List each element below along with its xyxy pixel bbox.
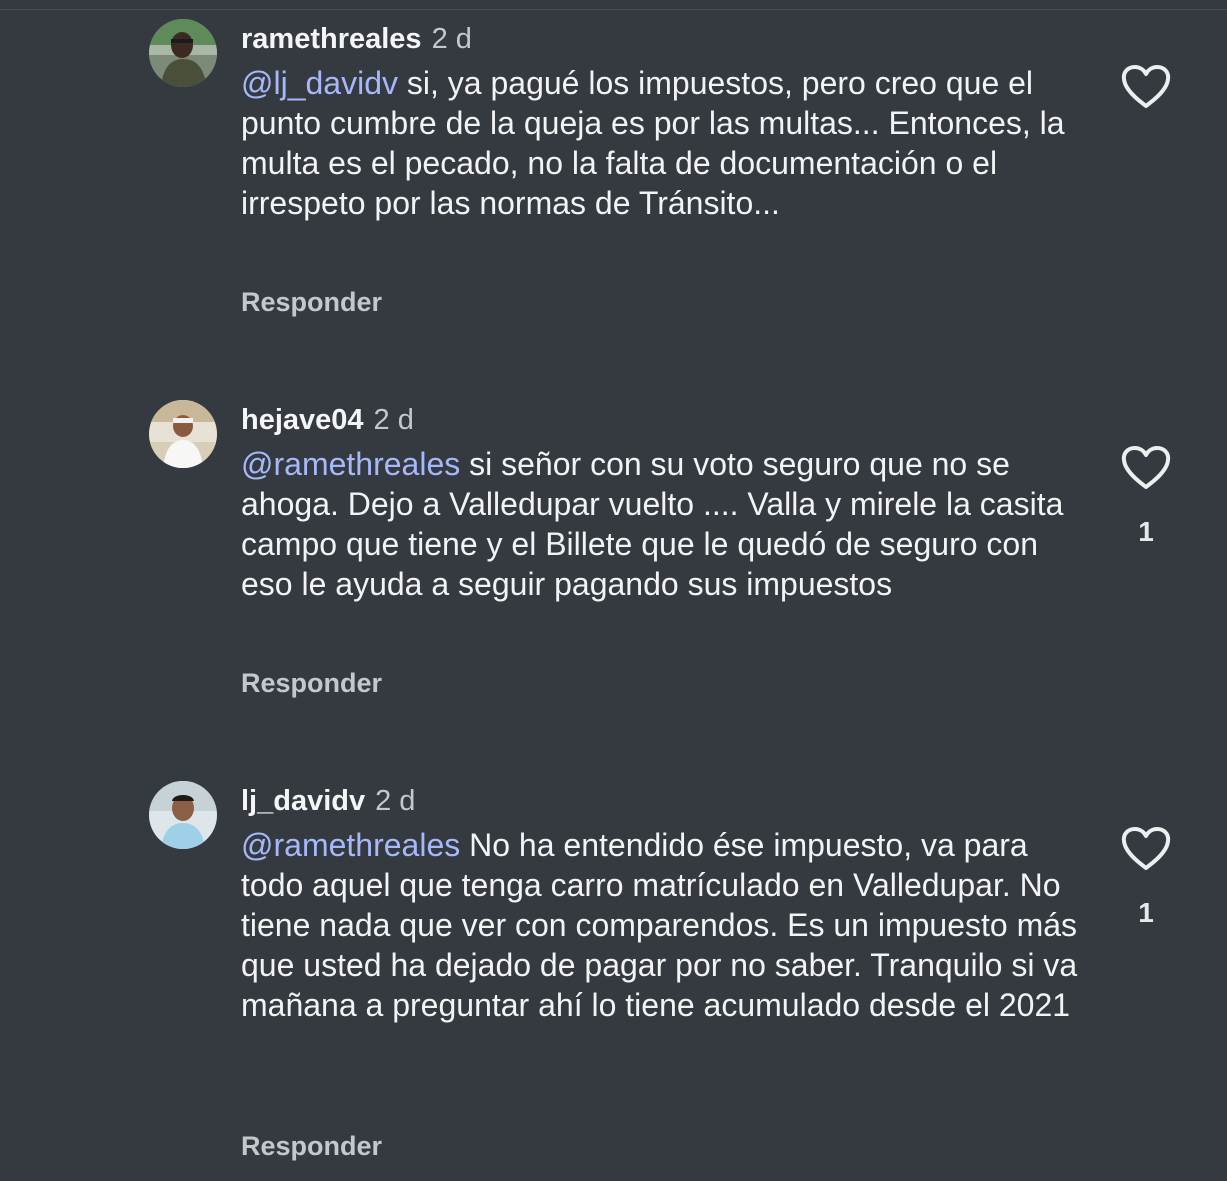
comment-header: lj_davidv 2 d [241,781,415,821]
mention-link[interactable]: @ramethreales [241,827,460,863]
reply-button[interactable]: Responder [241,285,382,319]
timestamp: 2 d [431,23,472,55]
username[interactable]: lj_davidv [241,785,365,817]
reply-button[interactable]: Responder [241,666,382,700]
reply-button[interactable]: Responder [241,1129,382,1163]
avatar-image [149,19,217,87]
avatar-image [149,781,217,849]
like-button[interactable] [1120,64,1172,110]
comment-text: @ramethreales No ha entendido ése impues… [241,825,1081,1025]
avatar-image [149,400,217,468]
avatar[interactable] [149,781,217,849]
top-divider [0,0,1227,10]
like-count: 1 [1138,516,1154,547]
comment-text: @ramethreales si señor con su voto segur… [241,444,1081,604]
avatar[interactable] [149,19,217,87]
like-button[interactable] [1120,826,1172,872]
comment-header: ramethreales 2 d [241,19,472,59]
username[interactable]: ramethreales [241,23,422,55]
comment-header: hejave04 2 d [241,400,414,440]
username[interactable]: hejave04 [241,404,364,436]
like-count: 1 [1138,897,1154,928]
avatar[interactable] [149,400,217,468]
heart-outline-icon [1121,827,1171,870]
heart-outline-icon [1121,446,1171,489]
like-button[interactable] [1120,445,1172,491]
timestamp: 2 d [375,785,416,817]
timestamp: 2 d [373,404,414,436]
heart-outline-icon [1121,65,1171,108]
mention-link[interactable]: @ramethreales [241,446,460,482]
mention-link[interactable]: @lj_davidv [241,65,398,101]
comment-text: @lj_davidv si, ya pagué los impuestos, p… [241,63,1081,223]
